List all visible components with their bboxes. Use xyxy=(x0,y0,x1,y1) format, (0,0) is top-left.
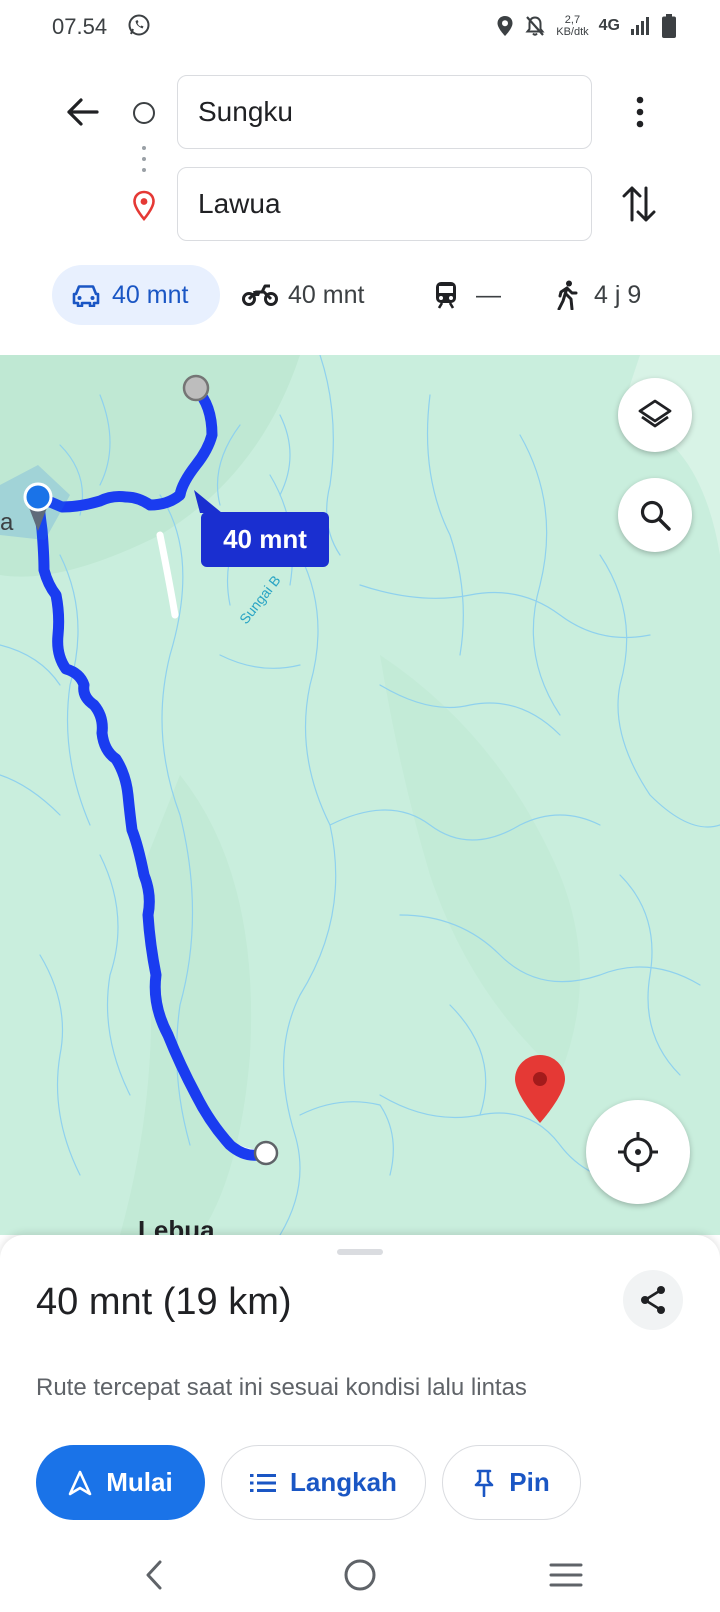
search-icon xyxy=(640,500,671,531)
current-location-marker xyxy=(23,482,53,512)
navigation-arrow-icon xyxy=(68,1470,92,1496)
share-button[interactable] xyxy=(623,1270,683,1330)
swap-button[interactable] xyxy=(618,183,660,225)
train-icon xyxy=(436,282,456,309)
mode-car-time: 40 mnt xyxy=(112,280,189,309)
route-duration-label[interactable]: 40 mnt xyxy=(201,512,329,567)
status-time: 07.54 xyxy=(52,14,108,39)
mode-transit-tab[interactable]: — xyxy=(434,265,501,325)
swap-vert-icon xyxy=(622,186,656,222)
nav-home-button[interactable] xyxy=(332,1550,388,1600)
mode-transit-time: — xyxy=(476,280,501,309)
status-icons: 2,7 KB/dtk 4G xyxy=(496,10,676,42)
chevron-left-icon xyxy=(146,1560,162,1590)
signal-icon xyxy=(631,17,649,35)
whatsapp-icon xyxy=(128,14,150,36)
motorcycle-icon xyxy=(242,284,278,306)
map-search-button[interactable] xyxy=(618,478,692,552)
location-icon xyxy=(497,16,513,36)
layers-button[interactable] xyxy=(618,378,692,452)
back-button[interactable] xyxy=(62,92,102,132)
mode-car-tab[interactable]: 40 mnt xyxy=(52,265,220,325)
mode-walk-time: 4 j 9 xyxy=(594,280,642,309)
net-speed-unit: KB/dtk xyxy=(556,26,589,38)
route-dots-icon xyxy=(142,146,146,172)
start-button[interactable]: Mulai xyxy=(36,1445,205,1520)
route-summary: 40 mnt (19 km) xyxy=(36,1281,292,1323)
walk-icon xyxy=(557,280,578,310)
share-icon xyxy=(641,1286,665,1314)
crosshair-icon xyxy=(618,1132,658,1172)
menu-icon xyxy=(549,1563,583,1587)
list-icon xyxy=(250,1473,277,1493)
status-bar: 07.54 2,7 KB/dtk 4G xyxy=(0,0,720,56)
battery-icon xyxy=(662,14,676,38)
nav-menu-button[interactable] xyxy=(538,1550,594,1600)
place-label-left: a xyxy=(0,509,14,536)
home-circle-icon xyxy=(344,1559,376,1591)
origin-dot-icon xyxy=(133,102,155,124)
layers-icon xyxy=(638,399,672,428)
system-nav-bar xyxy=(0,1540,720,1612)
more-options-button[interactable] xyxy=(620,92,660,132)
my-location-button[interactable] xyxy=(586,1100,690,1204)
net-speed: 2,7 KB/dtk xyxy=(556,14,588,38)
map-view[interactable]: 40 mnt Sungai B a Lebua xyxy=(0,355,720,1235)
route-description: Rute tercepat saat ini sesuai kondisi la… xyxy=(36,1374,527,1401)
place-label-bottom: Lebua xyxy=(138,1215,215,1235)
pin-button[interactable]: Pin xyxy=(442,1445,581,1520)
destination-pin-dot xyxy=(533,1072,547,1086)
steps-button[interactable]: Langkah xyxy=(221,1445,426,1520)
pin-button-label: Pin xyxy=(509,1467,550,1497)
bell-off-icon xyxy=(525,16,545,36)
destination-field[interactable]: Lawua xyxy=(177,167,592,241)
net-type: 4G xyxy=(598,17,620,34)
car-icon xyxy=(72,285,100,307)
origin-field[interactable]: Sungku xyxy=(177,75,592,149)
net-speed-value: 2,7 xyxy=(564,14,581,26)
destination-pin-icon xyxy=(133,190,155,221)
sheet-drag-handle[interactable] xyxy=(337,1249,383,1255)
nav-back-button[interactable] xyxy=(126,1550,182,1600)
arrow-left-icon xyxy=(67,98,99,126)
route-start-marker xyxy=(182,374,210,402)
steps-button-label: Langkah xyxy=(290,1467,397,1497)
mode-walk-tab[interactable]: 4 j 9 xyxy=(556,265,641,325)
mode-motorcycle-tab[interactable]: 40 mnt xyxy=(242,265,364,325)
start-button-label: Mulai xyxy=(106,1467,173,1497)
pushpin-icon xyxy=(473,1469,495,1497)
map-canvas xyxy=(0,355,720,1235)
mode-motorcycle-time: 40 mnt xyxy=(288,280,365,309)
route-end-marker xyxy=(253,1140,279,1166)
more-vert-icon xyxy=(636,96,644,128)
